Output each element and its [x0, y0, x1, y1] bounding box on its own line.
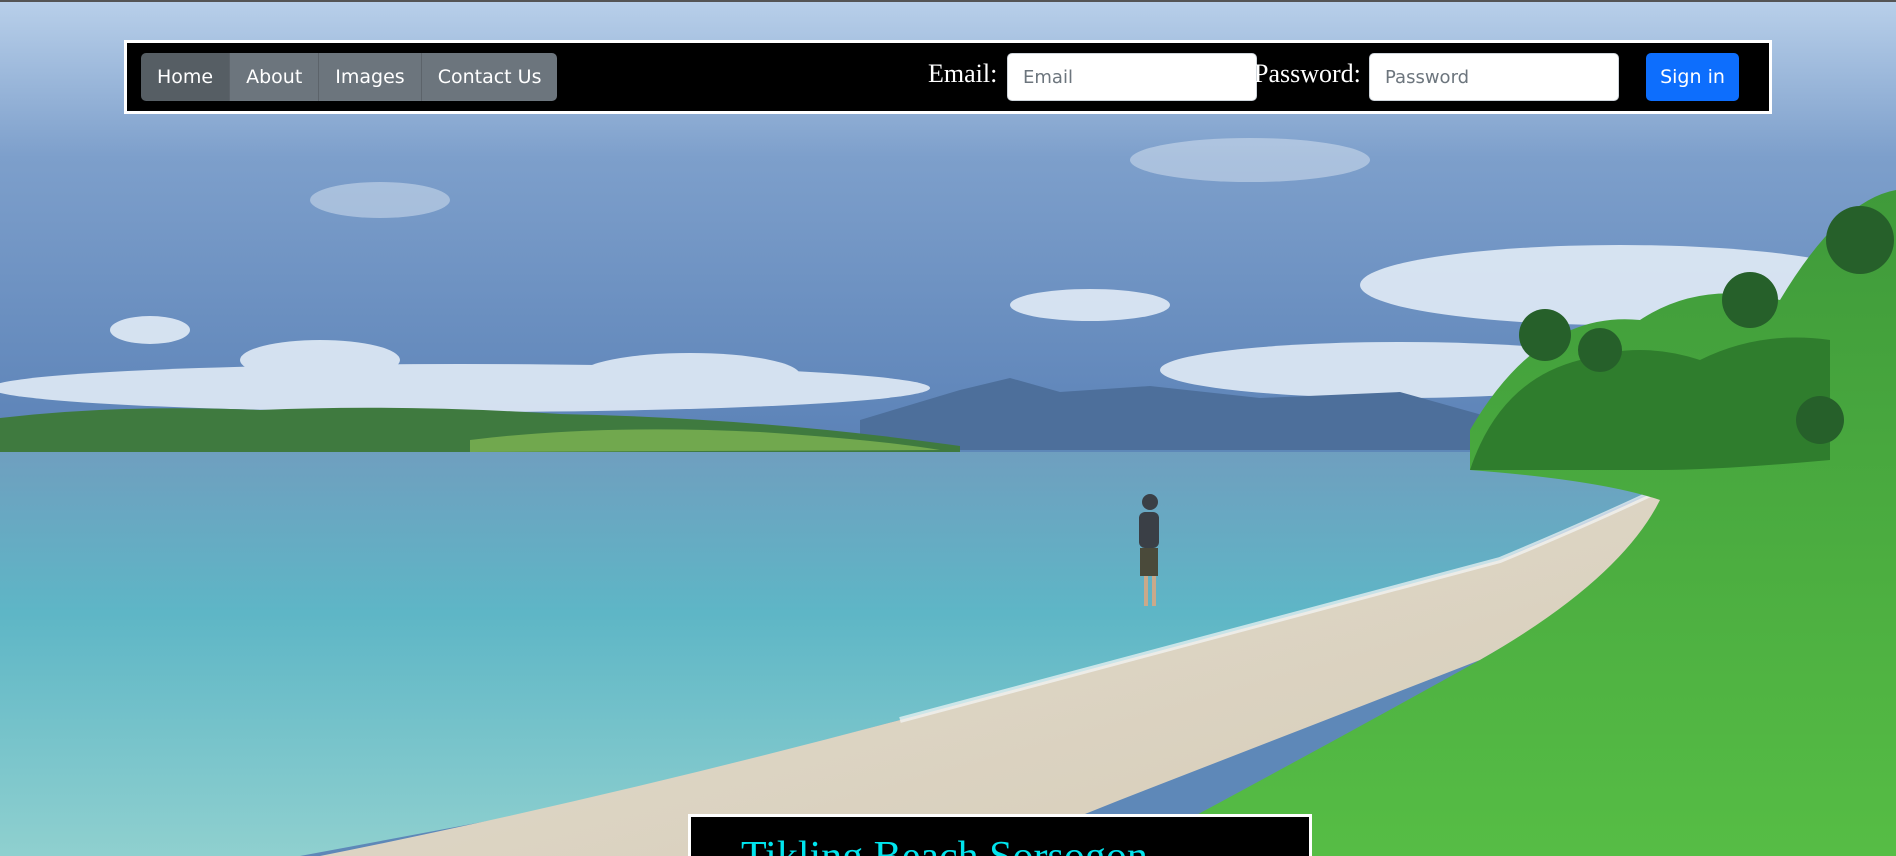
background-beach-image	[0, 0, 1896, 856]
nav-button-group: Home About Images Contact Us	[141, 53, 558, 101]
nav-about-button[interactable]: About	[230, 53, 320, 101]
nav-home-button[interactable]: Home	[141, 53, 231, 101]
email-label: Email:	[928, 59, 998, 88]
password-input[interactable]	[1369, 53, 1619, 101]
top-border	[0, 0, 1896, 2]
password-label: Password:	[1254, 59, 1361, 88]
page-title: Tikling Beach Sorsogon	[741, 833, 1148, 856]
top-navbar: Home About Images Contact Us Email: Pass…	[124, 40, 1772, 114]
nav-contact-us-button[interactable]: Contact Us	[421, 53, 558, 101]
page: Home About Images Contact Us Email: Pass…	[0, 0, 1896, 856]
sign-in-button[interactable]: Sign in	[1646, 53, 1739, 101]
email-input[interactable]	[1007, 53, 1257, 101]
nav-images-button[interactable]: Images	[319, 53, 422, 101]
page-caption-box: Tikling Beach Sorsogon	[688, 814, 1312, 856]
